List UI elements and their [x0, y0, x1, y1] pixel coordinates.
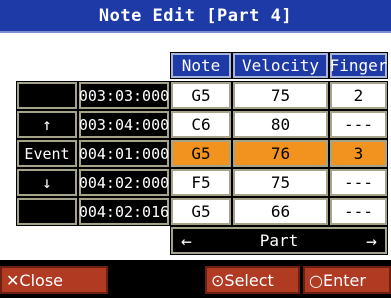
arrow-left-icon[interactable]: ←: [181, 231, 192, 252]
event-time[interactable]: 004:02:000: [78, 168, 170, 197]
left-blank-2: [16, 197, 78, 226]
velocity-cell[interactable]: 80: [232, 110, 329, 139]
note-cell[interactable]: G5: [170, 197, 232, 226]
finger-cell-selected[interactable]: 3: [329, 139, 388, 168]
enter-button[interactable]: ○Enter: [303, 266, 391, 294]
scroll-up-button[interactable]: ↑: [16, 110, 78, 139]
note-cell[interactable]: F5: [170, 168, 232, 197]
finger-cell[interactable]: ---: [329, 197, 388, 226]
window-title: Note Edit [Part 4]: [0, 0, 391, 33]
finger-cell[interactable]: ---: [329, 168, 388, 197]
function-button-bar: ✕Close ⊙Select ○Enter: [0, 260, 391, 298]
finger-cell[interactable]: ---: [329, 110, 388, 139]
close-button[interactable]: ✕Close: [0, 266, 108, 294]
event-time-selected[interactable]: 004:01:000: [78, 139, 170, 168]
column-header-finger: Finger: [329, 52, 388, 79]
note-cell[interactable]: G5: [170, 81, 232, 110]
note-cell-selected[interactable]: G5: [170, 139, 232, 168]
part-label: Part: [259, 231, 299, 250]
velocity-cell-selected[interactable]: 76: [232, 139, 329, 168]
scroll-down-button[interactable]: ↓: [16, 168, 78, 197]
velocity-cell[interactable]: 75: [232, 168, 329, 197]
velocity-cell[interactable]: 66: [232, 197, 329, 226]
column-header-note: Note: [170, 52, 232, 79]
arrow-right-icon[interactable]: →: [366, 231, 377, 252]
event-label: Event: [16, 139, 78, 168]
note-edit-panel: Note Velocity Finger ↑ Event ↓ 003:03:00…: [0, 33, 391, 260]
event-time[interactable]: 004:02:016: [78, 197, 170, 226]
note-cell[interactable]: C6: [170, 110, 232, 139]
finger-cell[interactable]: 2: [329, 81, 388, 110]
column-header-velocity: Velocity: [232, 52, 329, 79]
select-button[interactable]: ⊙Select: [205, 266, 300, 294]
event-time[interactable]: 003:03:000: [78, 81, 170, 110]
left-blank-1: [16, 81, 78, 110]
part-selector[interactable]: ← Part →: [170, 226, 388, 255]
velocity-cell[interactable]: 75: [232, 81, 329, 110]
event-time[interactable]: 003:04:000: [78, 110, 170, 139]
